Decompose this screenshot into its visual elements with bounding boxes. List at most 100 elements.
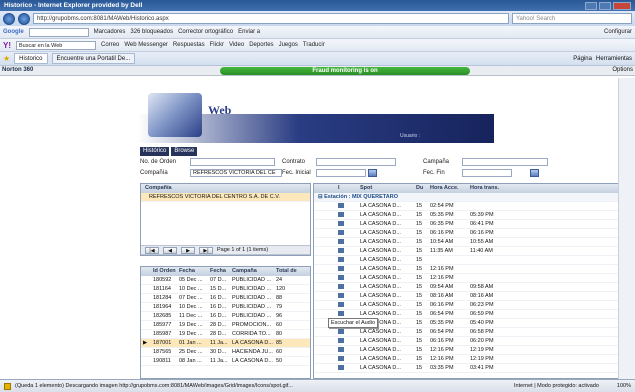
company-row[interactable]: REFRESCOS VICTORIA DEL CENTRO S.A. DE C.… [141, 193, 310, 202]
spot-row[interactable]: LA CASONA D... 15 06:35 PM 06:41 PM [314, 220, 630, 229]
google-item-spellcheck[interactable]: Corrector ortográfico [178, 29, 233, 35]
audio-icon[interactable] [338, 212, 344, 218]
orders-row[interactable]: 182685 11 Dec ... 16 D... PUBLICIDAD ... 96 [141, 312, 310, 321]
tab-historico[interactable]: Historico [14, 53, 48, 64]
calendar-icon[interactable] [368, 169, 377, 177]
google-item-settings[interactable]: Configurar [604, 29, 632, 35]
favorites-star-icon[interactable]: ★ [3, 54, 10, 63]
maximize-button[interactable] [599, 1, 611, 10]
yahoo-item-translate[interactable]: Traducir [303, 42, 325, 48]
audio-icon[interactable] [338, 221, 344, 227]
spot-row[interactable]: LA CASONA D... 15 12:16 PM 12:19 PM [314, 346, 630, 355]
orders-row[interactable]: 181164 10 Dec ... 15 D... PUBLICIDAD ... 120 [141, 285, 310, 294]
audio-icon[interactable] [338, 365, 344, 371]
orders-row[interactable]: ▶ 187001 01 Jan ... 11 Ja... LA CASONA D... 8… [141, 339, 310, 348]
orden-input[interactable] [190, 158, 275, 166]
audio-icon[interactable] [338, 248, 344, 254]
audio-icon[interactable] [338, 257, 344, 263]
compania-select[interactable]: REFRESCOS VICTORIA DEL CE [190, 169, 282, 177]
spot-row[interactable]: LA CASONA D... 15 12:16 PM [314, 274, 630, 283]
audio-icon[interactable] [338, 275, 344, 281]
orders-col-fecha2[interactable]: Fecha [208, 267, 230, 276]
close-button[interactable] [613, 1, 631, 10]
spot-row[interactable]: LA CASONA D... 15 06:16 PM 06:23 PM [314, 301, 630, 310]
audio-icon[interactable] [338, 302, 344, 308]
browse-button[interactable]: Browse [171, 147, 198, 156]
audio-icon[interactable] [338, 266, 344, 272]
audio-icon[interactable] [338, 284, 344, 290]
audio-icon[interactable] [338, 338, 344, 344]
spot-row[interactable]: LA CASONA D... 15 11:35 AM 11:40 AM [314, 247, 630, 256]
next-page-button[interactable]: ▶ [181, 246, 195, 254]
orders-row[interactable]: 185987 19 Dec ... 28 D... CORRIDA TO... 80 [141, 330, 310, 339]
orders-row[interactable]: 187565 25 Dec ... 30 D... HACIENDA JU... 60 [141, 348, 310, 357]
orders-row[interactable]: 190811 08 Jan ... 11 Ja... LA CASONA D... 50 [141, 357, 310, 366]
yahoo-item-messenger[interactable]: Web Messenger [124, 42, 168, 48]
audio-icon[interactable] [338, 329, 344, 335]
yahoo-item-mail[interactable]: Correo [101, 42, 119, 48]
prev-page-button[interactable]: ◀ [163, 246, 177, 254]
command-tools[interactable]: Herramientas [596, 56, 632, 62]
audio-icon[interactable] [338, 293, 344, 299]
yahoo-search-input[interactable]: Buscar en la Web [16, 40, 96, 50]
spots-col-hora-trans[interactable]: Hora trans. [468, 184, 508, 193]
audio-icon[interactable] [338, 347, 344, 353]
audio-icon[interactable] [338, 356, 344, 362]
spot-row[interactable]: LA CASONA D... 15 06:54 PM 06:58 PM [314, 328, 630, 337]
spot-row[interactable]: LA CASONA D... 15 05:35 PM 05:39 PM [314, 211, 630, 220]
address-input[interactable]: http://grupobms.com:8081/MAWeb/Historico… [33, 13, 509, 24]
minimize-button[interactable] [585, 1, 597, 10]
spot-row[interactable]: LA CASONA D... 15 12:16 PM [314, 265, 630, 274]
orders-row[interactable]: 185977 19 Dec ... 28 D... PROMOCION... 60 [141, 321, 310, 330]
campana-input[interactable] [462, 158, 548, 166]
audio-icon[interactable] [338, 311, 344, 317]
fec-fin-input[interactable] [462, 169, 512, 177]
calendar-end-icon[interactable] [530, 169, 539, 177]
google-item-bookmarks[interactable]: Marcadores [94, 29, 126, 35]
norton-label[interactable]: Norton 360 [2, 67, 33, 73]
norton-options[interactable]: Options [612, 67, 633, 73]
spots-group-row[interactable]: ⊟ Estación : MIX QUERETARO [314, 193, 630, 202]
forward-button[interactable] [18, 12, 30, 25]
google-item-blocked[interactable]: 326 bloqueados [130, 29, 173, 35]
yahoo-item-flickr[interactable]: Flickr [210, 42, 224, 48]
command-page[interactable]: Página [573, 56, 592, 62]
orders-row[interactable]: 181284 07 Dec ... 16 D... PUBLICIDAD ... 88 [141, 294, 310, 303]
orders-col-campana[interactable]: Campaña [230, 267, 274, 276]
yahoo-item-video[interactable]: Video [229, 42, 244, 48]
yahoo-item-sports[interactable]: Deportes [249, 42, 273, 48]
audio-icon[interactable] [338, 239, 344, 245]
spot-row[interactable]: LA CASONA D... 15 08:16 AM 08:16 AM [314, 292, 630, 301]
spot-row[interactable]: LA CASONA D... 15 10:54 AM 10:55 AM [314, 238, 630, 247]
spots-col-spot[interactable]: Spot [358, 184, 414, 193]
spot-row[interactable]: LA CASONA D... 15 12:16 PM 12:19 PM [314, 355, 630, 364]
orders-col-fecha[interactable]: Fecha [177, 267, 208, 276]
orders-col-id[interactable]: Id Orden [151, 267, 177, 276]
search-input[interactable]: Yahoo! Search [512, 13, 632, 24]
historico-button[interactable]: Histórico [140, 147, 170, 156]
spots-col-i[interactable]: I [336, 184, 358, 193]
spot-row[interactable]: LA CASONA D... 15 09:54 AM 09:58 AM [314, 283, 630, 292]
contrato-input[interactable] [316, 158, 396, 166]
audio-icon[interactable] [338, 203, 344, 209]
page-scrollbar[interactable] [618, 78, 635, 379]
tab-portatil[interactable]: Encuentre una Portatil De... [51, 53, 136, 64]
row-expand-icon[interactable]: ▶ [141, 339, 151, 348]
last-page-button[interactable]: ▶| [199, 246, 213, 254]
google-item-send[interactable]: Enviar a [238, 29, 260, 35]
yahoo-item-games[interactable]: Juegos [279, 42, 298, 48]
zoom-level[interactable]: 100% [617, 383, 631, 389]
spots-col-du[interactable]: Du [414, 184, 428, 193]
back-button[interactable] [3, 12, 15, 25]
spot-row[interactable]: LA CASONA D... 15 [314, 256, 630, 265]
fec-inicial-input[interactable] [316, 169, 366, 177]
google-search-input[interactable] [28, 27, 89, 37]
spot-row[interactable]: LA CASONA D... 15 02:54 PM [314, 202, 630, 211]
spots-col-hora-acce[interactable]: Hora Acce. [428, 184, 468, 193]
audio-icon[interactable] [338, 230, 344, 236]
orders-col-total[interactable]: Total de [274, 267, 304, 276]
orders-row[interactable]: 181964 10 Dec ... 16 D... PUBLICIDAD ... 79 [141, 303, 310, 312]
spot-row[interactable]: LA CASONA D... 15 03:35 PM 03:41 PM [314, 364, 630, 373]
spot-row[interactable]: LA CASONA D... 15 06:16 PM 06:16 PM [314, 229, 630, 238]
yahoo-item-answers[interactable]: Respuestas [173, 42, 205, 48]
